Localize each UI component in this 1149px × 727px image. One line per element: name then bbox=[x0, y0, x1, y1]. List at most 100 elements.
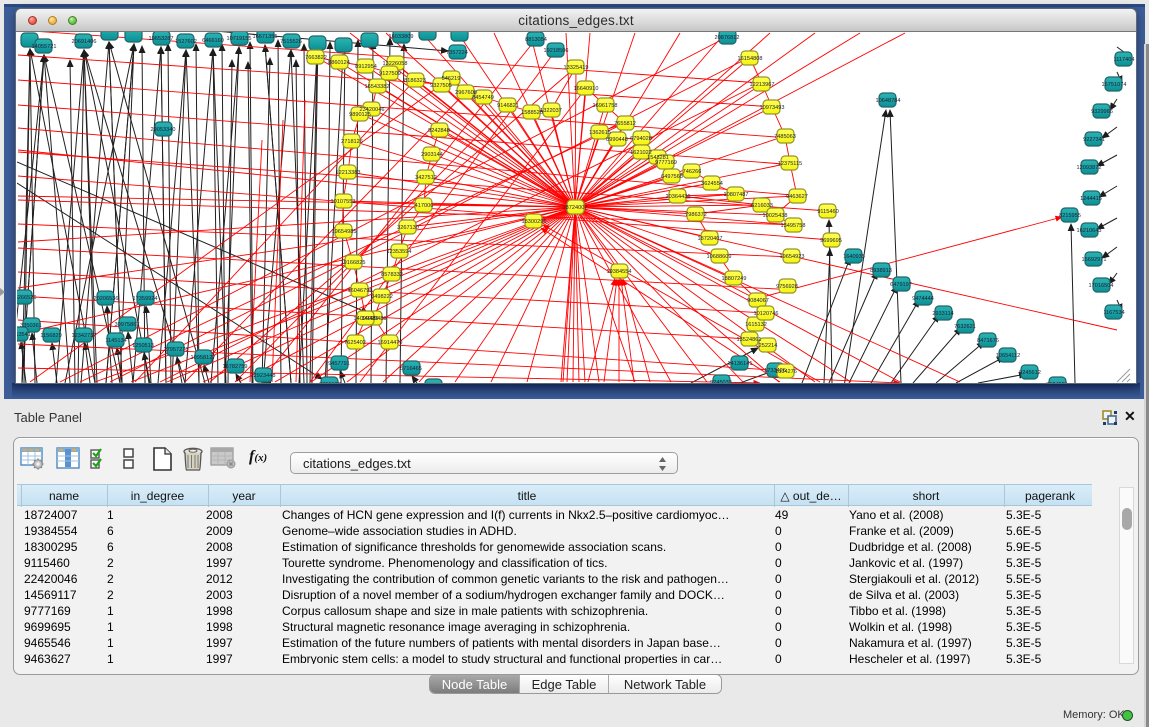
svg-text:12923448: 12923448 bbox=[251, 373, 276, 379]
svg-text:7632621: 7632621 bbox=[954, 324, 976, 330]
svg-text:15692971: 15692971 bbox=[1082, 257, 1107, 263]
svg-text:14136141: 14136141 bbox=[728, 361, 753, 367]
svg-text:10958127: 10958127 bbox=[191, 355, 216, 361]
svg-text:8860124: 8860124 bbox=[328, 60, 350, 66]
svg-text:7485063: 7485063 bbox=[774, 134, 796, 140]
svg-text:1640935: 1640935 bbox=[843, 254, 865, 260]
svg-text:12353594: 12353594 bbox=[387, 249, 412, 255]
svg-text:9329966: 9329966 bbox=[1091, 109, 1113, 115]
svg-text:9245612: 9245612 bbox=[1019, 370, 1041, 376]
svg-text:20876812: 20876812 bbox=[715, 35, 740, 41]
svg-text:546219: 546219 bbox=[442, 76, 461, 82]
svg-text:10648784: 10648784 bbox=[876, 98, 901, 104]
svg-text:252214: 252214 bbox=[759, 343, 778, 349]
svg-text:13325419: 13325419 bbox=[564, 65, 589, 71]
svg-text:10807487: 10807487 bbox=[724, 192, 749, 198]
svg-text:9084067: 9084067 bbox=[747, 298, 769, 304]
svg-text:19654923: 19654923 bbox=[780, 254, 805, 260]
svg-text:8990448: 8990448 bbox=[606, 137, 628, 143]
svg-text:9115460: 9115460 bbox=[817, 209, 838, 215]
svg-text:9777169: 9777169 bbox=[655, 160, 677, 166]
svg-text:7986372: 7986372 bbox=[685, 212, 707, 218]
svg-text:16033809: 16033809 bbox=[389, 34, 414, 40]
svg-text:746266: 746266 bbox=[683, 169, 702, 175]
svg-text:12213967: 12213967 bbox=[750, 82, 775, 88]
svg-text:9245033: 9245033 bbox=[710, 380, 732, 383]
svg-text:20364436: 20364436 bbox=[666, 194, 691, 200]
svg-text:5716465: 5716465 bbox=[400, 366, 422, 372]
svg-text:16782759: 16782759 bbox=[223, 364, 248, 370]
svg-text:10107553: 10107553 bbox=[331, 199, 356, 205]
svg-text:6466160: 6466160 bbox=[202, 38, 224, 44]
svg-text:17016504: 17016504 bbox=[1089, 283, 1114, 289]
svg-text:12375115: 12375115 bbox=[778, 161, 802, 167]
svg-text:10120746: 10120746 bbox=[754, 311, 779, 317]
svg-text:10653287: 10653287 bbox=[149, 36, 174, 42]
svg-text:20691406: 20691406 bbox=[72, 39, 97, 45]
svg-text:9242848: 9242848 bbox=[428, 128, 450, 134]
svg-text:16640910: 16640910 bbox=[574, 86, 599, 92]
svg-text:3498222: 3498222 bbox=[371, 294, 393, 300]
svg-text:2933114: 2933114 bbox=[932, 311, 953, 317]
svg-text:9127509: 9127509 bbox=[379, 71, 401, 77]
svg-text:19384554: 19384554 bbox=[607, 269, 632, 275]
svg-text:12213383: 12213383 bbox=[336, 170, 361, 176]
svg-text:7625402: 7625402 bbox=[344, 340, 366, 346]
svg-text:15751074: 15751074 bbox=[1102, 82, 1127, 88]
svg-text:9146821: 9146821 bbox=[497, 103, 519, 109]
svg-text:3267130: 3267130 bbox=[397, 225, 419, 231]
svg-text:8524501: 8524501 bbox=[1046, 382, 1068, 383]
svg-text:2718126: 2718126 bbox=[341, 139, 363, 145]
svg-text:19218506: 19218506 bbox=[544, 48, 569, 54]
svg-text:1250513: 1250513 bbox=[132, 343, 154, 349]
svg-text:8471676: 8471676 bbox=[977, 338, 999, 344]
svg-text:7663822: 7663822 bbox=[305, 55, 327, 61]
svg-text:9890125: 9890125 bbox=[349, 112, 371, 118]
svg-text:10688609: 10688609 bbox=[707, 254, 732, 260]
svg-text:26266526: 26266526 bbox=[17, 295, 36, 301]
svg-text:9463627: 9463627 bbox=[786, 194, 808, 200]
svg-text:1156829: 1156829 bbox=[40, 333, 61, 339]
svg-text:19166825: 19166825 bbox=[341, 260, 366, 266]
svg-text:16671355: 16671355 bbox=[253, 34, 278, 40]
svg-text:16046796: 16046796 bbox=[348, 288, 373, 294]
svg-text:12093872: 12093872 bbox=[1077, 165, 1102, 171]
svg-text:17957273: 17957273 bbox=[164, 347, 189, 353]
svg-text:29053340: 29053340 bbox=[151, 127, 176, 133]
svg-text:1588520: 1588520 bbox=[521, 110, 543, 116]
svg-text:10654112: 10654112 bbox=[996, 353, 1020, 359]
svg-text:30975867: 30975867 bbox=[115, 322, 140, 328]
svg-text:3427512: 3427512 bbox=[415, 175, 437, 181]
svg-text:18720407: 18720407 bbox=[698, 236, 723, 242]
svg-text:417006: 417006 bbox=[415, 203, 434, 209]
svg-text:17359924: 17359924 bbox=[133, 296, 158, 302]
svg-text:7655812: 7655812 bbox=[614, 121, 636, 127]
svg-text:9355122: 9355122 bbox=[319, 382, 341, 383]
svg-text:18724007: 18724007 bbox=[563, 205, 588, 211]
svg-text:6216033: 6216033 bbox=[751, 203, 773, 209]
svg-text:6794028: 6794028 bbox=[630, 136, 652, 142]
svg-text:9227341: 9227341 bbox=[1083, 137, 1105, 143]
svg-text:9699695: 9699695 bbox=[820, 238, 842, 244]
svg-text:9327505: 9327505 bbox=[430, 83, 452, 89]
svg-text:1167534: 1167534 bbox=[1103, 310, 1124, 316]
svg-text:13226058: 13226058 bbox=[383, 61, 408, 67]
svg-text:8578332: 8578332 bbox=[381, 272, 403, 278]
svg-text:6497568: 6497568 bbox=[661, 174, 683, 180]
svg-text:2903144: 2903144 bbox=[421, 152, 443, 158]
svg-text:6479197: 6479197 bbox=[890, 282, 912, 288]
svg-text:7515526: 7515526 bbox=[280, 39, 302, 45]
svg-text:20206536: 20206536 bbox=[94, 296, 119, 302]
svg-text:9457791: 9457791 bbox=[328, 361, 350, 367]
svg-text:1322037: 1322037 bbox=[540, 108, 562, 114]
svg-text:8912954: 8912954 bbox=[355, 64, 377, 70]
svg-text:14099489: 14099489 bbox=[354, 316, 379, 322]
svg-text:18300295: 18300295 bbox=[522, 219, 547, 225]
svg-text:2967608: 2967608 bbox=[455, 90, 477, 96]
svg-text:1334276: 1334276 bbox=[775, 369, 797, 375]
svg-text:8938913: 8938913 bbox=[870, 268, 892, 274]
svg-text:16914479: 16914479 bbox=[378, 340, 403, 346]
svg-text:1244415: 1244415 bbox=[1080, 196, 1102, 202]
svg-text:10025438: 10025438 bbox=[763, 213, 788, 219]
svg-text:8215955: 8215955 bbox=[1059, 213, 1081, 219]
